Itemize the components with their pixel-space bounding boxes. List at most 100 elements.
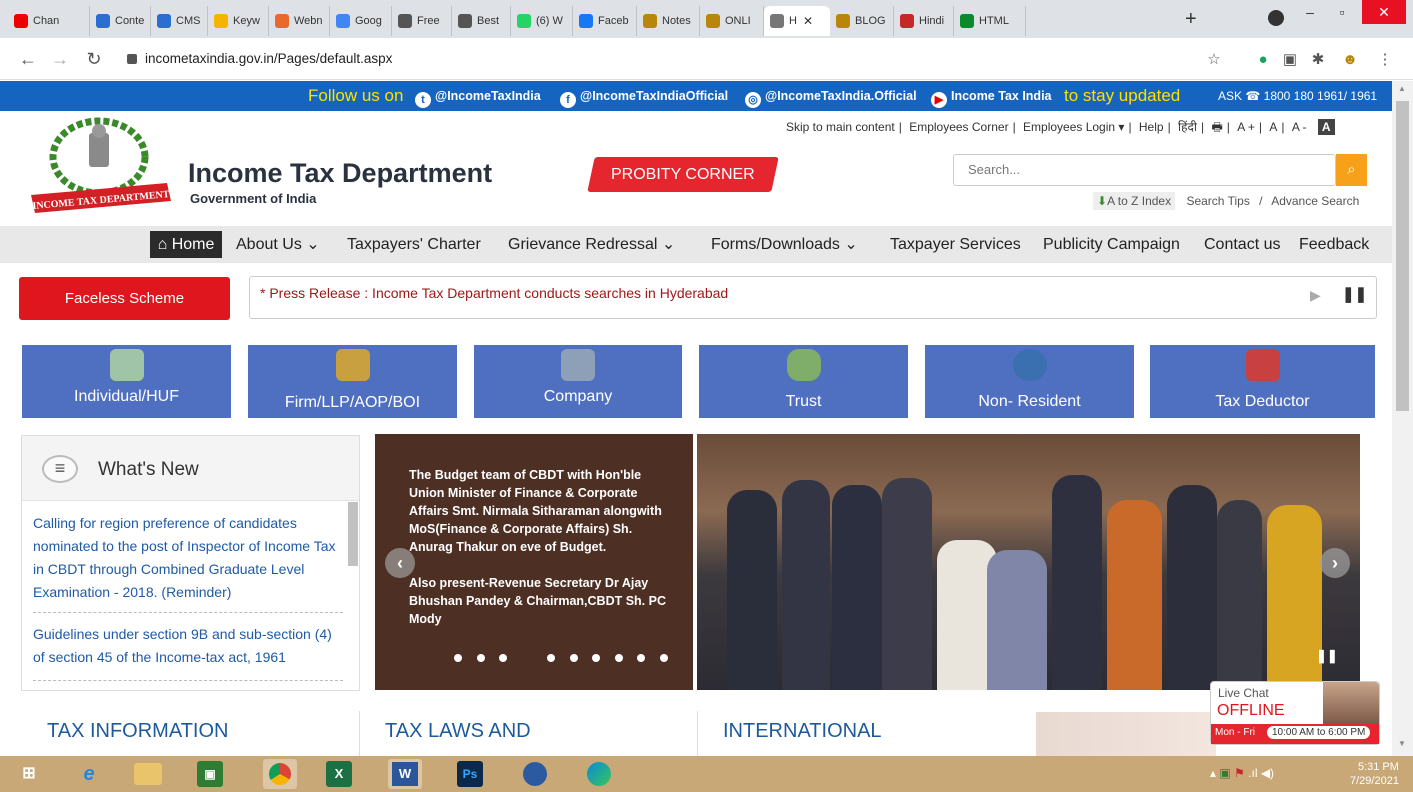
slider-dot[interactable] — [569, 654, 578, 662]
a-to-z-index-link[interactable]: ⬇A to Z Index — [1093, 192, 1176, 210]
probity-corner-button[interactable]: PROBITY CORNER — [587, 157, 779, 192]
forward-button[interactable]: → — [48, 48, 72, 70]
ticker-play-icon[interactable]: ▶ — [1310, 287, 1321, 304]
slider-pause-icon[interactable]: ❚❚ — [1316, 648, 1338, 664]
extension-icon[interactable]: ● — [1253, 50, 1273, 70]
avatar[interactable]: ☻ — [1340, 50, 1360, 70]
system-clock[interactable]: 5:31 PM 7/29/2021 — [1350, 760, 1399, 788]
menu-contact-us[interactable]: Contact us — [1204, 226, 1280, 263]
section-tax-information[interactable]: TAX INFORMATION — [47, 720, 228, 743]
browser-tab[interactable]: Goog — [330, 6, 392, 36]
section-international[interactable]: INTERNATIONAL — [723, 720, 882, 743]
faceless-scheme-button[interactable]: Faceless Scheme — [19, 277, 230, 320]
browser-tab[interactable]: ONLI — [700, 6, 764, 36]
back-button[interactable]: ← — [16, 48, 40, 70]
search-tips-link[interactable]: Search Tips — [1186, 194, 1249, 208]
section-tax-laws[interactable]: TAX LAWS AND — [385, 720, 531, 743]
twitter-link[interactable]: t @IncomeTaxIndia — [415, 81, 541, 111]
employees-login-dropdown[interactable]: Employees Login ▾ — [1023, 120, 1124, 134]
scroll-down-icon[interactable]: ▼ — [1398, 739, 1406, 748]
font-decrease-button[interactable]: A - — [1292, 120, 1307, 134]
facebook-link[interactable]: f @IncomeTaxIndiaOfficial — [560, 81, 728, 111]
browser-tab[interactable]: Conte — [90, 6, 151, 36]
store-icon[interactable]: ▣ — [197, 761, 223, 787]
photoshop-icon[interactable]: Ps — [457, 761, 483, 787]
browser-tab[interactable]: Free — [392, 6, 452, 36]
search-input[interactable]: Search... — [953, 154, 1336, 186]
category-individual-huf[interactable]: Individual/HUF — [22, 345, 231, 418]
browser-tab[interactable]: HTML — [954, 6, 1026, 36]
extension-icon[interactable]: ▣ — [1280, 50, 1300, 70]
slider-dot[interactable] — [525, 654, 533, 662]
ticker-text[interactable]: * Press Release : Income Tax Department … — [260, 285, 728, 301]
promo-image[interactable] — [1036, 712, 1216, 756]
font-normal-button[interactable]: A — [1269, 120, 1277, 134]
minimize-button[interactable]: – — [1295, 0, 1325, 24]
scroll-up-icon[interactable]: ▲ — [1398, 84, 1406, 93]
live-chat-widget[interactable]: Live Chat OFFLINE Mon - Fri 10:00 AM to … — [1210, 681, 1380, 745]
slider-dot[interactable] — [476, 654, 485, 662]
category-non-resident[interactable]: Non- Resident — [925, 345, 1134, 418]
instagram-link[interactable]: ◎ @IncomeTaxIndia.Official — [745, 81, 917, 111]
browser-tab[interactable]: Faceb — [573, 6, 637, 36]
browser-tab[interactable]: Hindi — [894, 6, 954, 36]
list-item[interactable]: Calling for region preference of candida… — [33, 512, 343, 613]
scrollbar-thumb[interactable] — [1396, 101, 1409, 411]
menu-publicity-campaign[interactable]: Publicity Campaign — [1043, 226, 1180, 263]
excel-icon[interactable]: X — [326, 761, 352, 787]
slider-dot[interactable] — [592, 654, 600, 662]
browser-tab[interactable]: Webn — [269, 6, 330, 36]
new-tab-button[interactable]: + — [1185, 8, 1197, 31]
internet-explorer-icon[interactable]: e — [72, 759, 106, 789]
menu-taxpayers-charter[interactable]: Taxpayers' Charter — [347, 226, 481, 263]
page-scrollbar[interactable]: ▲ ▼ — [1392, 81, 1413, 756]
slider-dot[interactable] — [454, 654, 462, 662]
hindi-link[interactable]: हिंदी — [1178, 120, 1197, 134]
browser-tab[interactable]: BLOG — [830, 6, 894, 36]
reload-button[interactable]: ↻ — [82, 48, 106, 70]
browser-tab[interactable]: Chan — [8, 6, 90, 36]
advance-search-link[interactable]: Advance Search — [1271, 194, 1359, 208]
system-tray-icons[interactable]: ▴ ▣ ⚑ .ıl ◀) — [1210, 766, 1274, 780]
category-tax-deductor[interactable]: Tax Deductor — [1150, 345, 1375, 418]
slider-dot[interactable] — [637, 654, 645, 662]
close-tab-icon[interactable]: ✕ — [803, 14, 813, 28]
whats-new-scrollbar[interactable] — [348, 502, 358, 566]
category-firm-llp[interactable]: Firm/LLP/AOP/BOI — [248, 345, 457, 418]
skip-link[interactable]: Skip to main content — [786, 120, 895, 134]
employees-corner-link[interactable]: Employees Corner — [909, 120, 1008, 134]
slider-next-button[interactable]: › — [1320, 548, 1350, 578]
close-window-button[interactable]: ✕ — [1362, 0, 1406, 24]
browser-tab[interactable]: Best — [452, 6, 511, 36]
profile-menu-icon[interactable] — [1268, 10, 1284, 26]
slider-prev-button[interactable]: ‹ — [385, 548, 415, 578]
browser-tab[interactable]: Notes — [637, 6, 700, 36]
menu-feedback[interactable]: Feedback — [1299, 226, 1369, 263]
menu-grievance-redressal[interactable]: Grievance Redressal ⌄ — [508, 226, 675, 263]
category-company[interactable]: Company — [474, 345, 682, 418]
menu-forms-downloads[interactable]: Forms/Downloads ⌄ — [711, 226, 858, 263]
contrast-button[interactable]: A — [1317, 119, 1335, 135]
address-bar[interactable]: incometaxindia.gov.in/Pages/default.aspx — [115, 44, 1230, 74]
file-explorer-icon[interactable] — [134, 763, 162, 785]
app-icon[interactable] — [518, 759, 552, 789]
extensions-puzzle-icon[interactable]: ✱ — [1308, 50, 1328, 70]
bookmark-star-icon[interactable]: ☆ — [1204, 50, 1224, 70]
browser-tab[interactable]: Keyw — [208, 6, 269, 36]
slider-dot[interactable] — [499, 654, 507, 662]
menu-about-us[interactable]: About Us ⌄ — [236, 226, 320, 263]
menu-taxpayer-services[interactable]: Taxpayer Services — [890, 226, 1021, 263]
menu-home[interactable]: ⌂ Home — [150, 231, 222, 258]
print-icon[interactable]: 🖶 — [1211, 120, 1222, 134]
chrome-taskbar-icon[interactable] — [263, 759, 297, 789]
slider-dot[interactable] — [547, 654, 555, 662]
edge-icon[interactable] — [582, 759, 616, 789]
ticker-pause-icon[interactable]: ❚❚ — [1342, 285, 1367, 303]
youtube-link[interactable]: ▶ Income Tax India — [931, 81, 1052, 111]
search-button[interactable]: ⌕ — [1336, 154, 1367, 186]
chrome-menu-icon[interactable]: ⋮ — [1375, 50, 1395, 70]
browser-tab[interactable]: (6) W — [511, 6, 573, 36]
slider-dot[interactable] — [614, 654, 623, 662]
font-increase-button[interactable]: A + — [1237, 120, 1255, 134]
windows-start-icon[interactable]: ⊞ — [12, 759, 46, 789]
